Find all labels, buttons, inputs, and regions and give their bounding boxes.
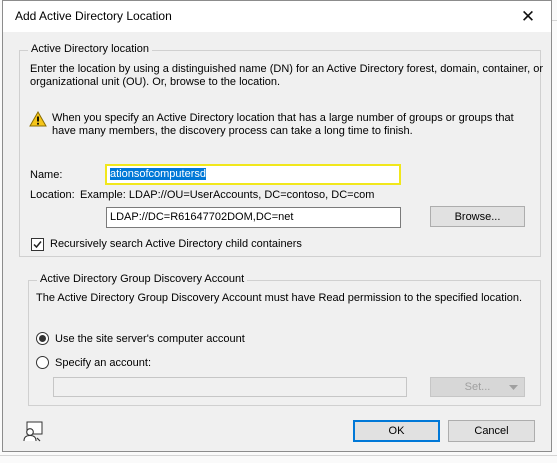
set-button-label: Set...	[464, 381, 491, 393]
name-label: Name:	[30, 169, 63, 181]
site-server-radio[interactable]	[36, 332, 49, 345]
group-legend: Active Directory Group Discovery Account	[37, 273, 248, 285]
location-input[interactable]: LDAP://DC=R61647702DOM,DC=net	[106, 207, 401, 228]
specify-account-radio[interactable]	[36, 356, 49, 369]
cancel-button-label: Cancel	[474, 425, 509, 437]
browse-button-label: Browse...	[454, 210, 501, 223]
caret-down-icon	[509, 385, 518, 390]
location-label: Location:	[30, 189, 75, 201]
browse-button[interactable]: Browse...	[430, 206, 525, 227]
name-input-value: ationsofcomputersd	[110, 168, 206, 180]
location-input-value: LDAP://DC=R61647702DOM,DC=net	[110, 211, 294, 223]
add-ad-location-dialog: Add Active Directory Location ✕ Active D…	[2, 0, 552, 452]
user-help-icon[interactable]	[22, 421, 44, 446]
location-example: Example: LDAP://OU=UserAccounts, DC=cont…	[80, 189, 375, 201]
ok-button[interactable]: OK	[353, 420, 440, 442]
background-divider	[552, 20, 557, 21]
title-bar: Add Active Directory Location ✕	[3, 1, 551, 32]
checkmark-icon	[33, 241, 42, 249]
warning-icon	[29, 110, 47, 130]
cancel-button[interactable]: Cancel	[448, 420, 535, 442]
recursive-search-checkbox[interactable]	[31, 238, 44, 251]
warning-text-line2: have many members, the discovery process…	[52, 125, 413, 137]
set-button[interactable]: Set...	[430, 377, 525, 397]
radio-selected-dot	[39, 335, 46, 342]
warning-text-line1: When you specify an Active Directory loc…	[52, 112, 514, 124]
location-description-line1: Enter the location by using a distinguis…	[30, 63, 543, 75]
ok-button-label: OK	[388, 425, 405, 437]
account-description: The Active Directory Group Discovery Acc…	[36, 292, 523, 304]
background-divider	[0, 455, 557, 456]
recursive-search-label[interactable]: Recursively search Active Directory chil…	[50, 238, 302, 250]
name-input[interactable]: ationsofcomputersd	[105, 164, 401, 185]
specify-account-radio-label[interactable]: Specify an account:	[55, 357, 151, 369]
close-icon: ✕	[520, 6, 536, 26]
site-server-radio-label[interactable]: Use the site server's computer account	[55, 333, 245, 345]
close-button[interactable]: ✕	[505, 1, 551, 32]
location-description-line2: organizational unit (OU). Or, browse to …	[30, 76, 281, 88]
account-input[interactable]	[53, 377, 407, 397]
dialog-title: Add Active Directory Location	[15, 9, 172, 23]
group-legend: Active Directory location	[28, 43, 152, 55]
